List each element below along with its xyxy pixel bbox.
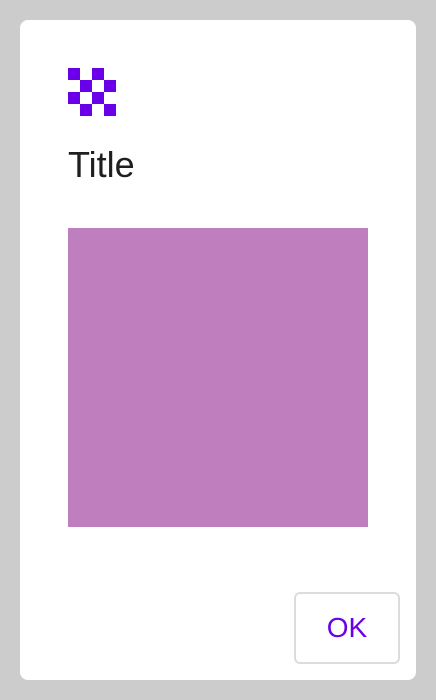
ok-button[interactable]: OK <box>294 592 400 664</box>
dialog: Title OK <box>20 20 416 680</box>
dialog-title: Title <box>68 144 135 185</box>
checkerboard-icon <box>68 68 116 116</box>
content-image <box>68 228 368 527</box>
